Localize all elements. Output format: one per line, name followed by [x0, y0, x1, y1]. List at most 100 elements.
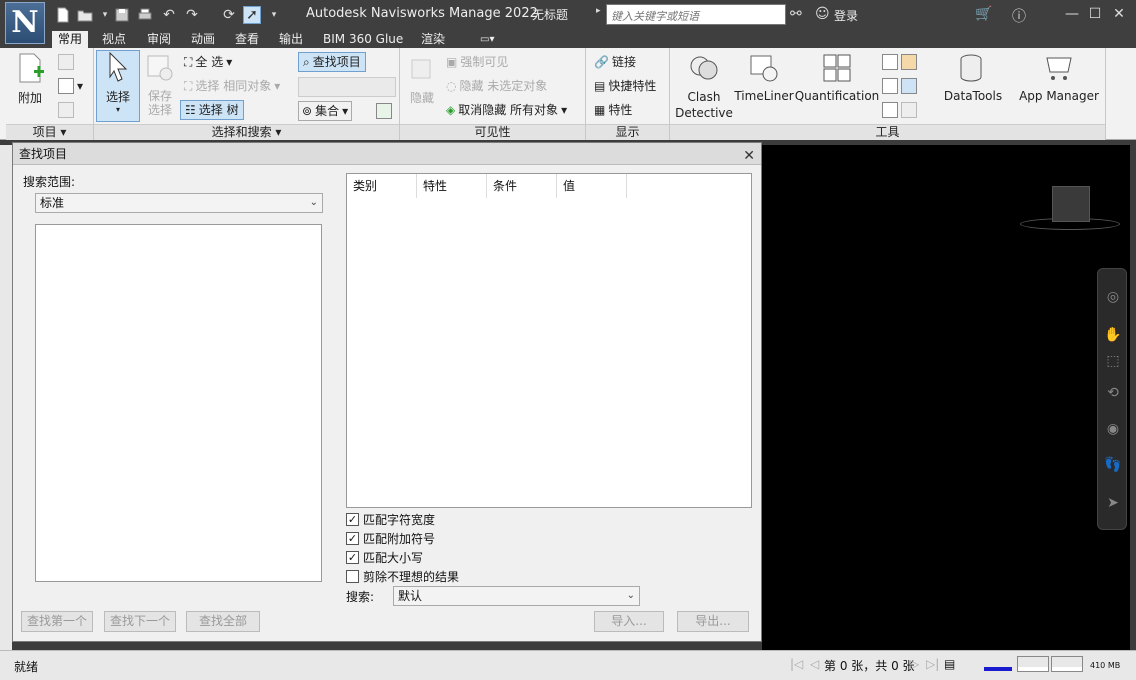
pan-hand-icon[interactable]: ✋ — [1104, 327, 1122, 345]
selection-tree-box[interactable] — [35, 224, 322, 582]
app-title: Autodesk Navisworks Manage 2022 — [306, 6, 538, 21]
binoculars-icon[interactable]: ⚯ — [790, 6, 802, 22]
refresh-icon[interactable]: ⟳ — [220, 6, 238, 24]
tab-review[interactable]: 审阅 — [141, 31, 177, 48]
new-file-icon[interactable] — [54, 6, 72, 24]
app-manager-button[interactable]: App Manager — [1016, 52, 1102, 103]
find-items-button[interactable]: ⌕ 查找项目 — [298, 52, 366, 72]
help-search-input[interactable]: 键入关键字或短语 — [606, 4, 786, 25]
select-same-button[interactable]: ⛶ 选择 相同对象 ▾ — [184, 76, 280, 96]
require-visible-button[interactable]: ▣ 强制可见 — [446, 52, 508, 72]
search-scope-select[interactable]: 标准 ⌄ — [35, 193, 323, 213]
undo-icon[interactable]: ↶ — [160, 6, 178, 24]
tab-home[interactable]: 常用 — [52, 31, 89, 48]
find-first-button[interactable]: 查找第一个 — [21, 611, 93, 632]
tab-viewpoint[interactable]: 视点 — [96, 31, 132, 48]
panel-label-project[interactable]: 项目 ▾ — [6, 124, 93, 140]
sheet-browser-icon[interactable]: ▤ — [944, 657, 955, 671]
links-button[interactable]: 🔗 链接 — [594, 52, 636, 72]
file-options-icon[interactable] — [58, 100, 74, 120]
navigation-bar: ◎ ✋ ⬚ ⟲ ◉ 👣 ➤ — [1097, 268, 1127, 530]
dialog-title-bar[interactable]: 查找项目 ✕ — [13, 143, 761, 165]
hide-unselected-button[interactable]: ◌ 隐藏 未选定对象 — [446, 76, 547, 96]
quick-find-input[interactable] — [298, 77, 396, 97]
export-button[interactable]: 导出... — [677, 611, 749, 632]
import-button[interactable]: 导入... — [594, 611, 664, 632]
tab-output[interactable]: 输出 — [273, 31, 309, 48]
find-next-button[interactable]: 查找下一个 — [104, 611, 176, 632]
conditions-grid[interactable]: 类别 特性 条件 值 — [346, 173, 752, 508]
datatools-button[interactable]: DataTools — [940, 52, 1006, 103]
close-button[interactable]: ✕ — [1108, 4, 1130, 24]
cart-icon[interactable]: 🛒 — [975, 6, 992, 22]
save-icon[interactable] — [113, 6, 131, 24]
manage-sets-icon[interactable] — [376, 101, 392, 121]
last-sheet-icon[interactable]: ▷| — [926, 657, 939, 671]
timeliner-button[interactable]: TimeLiner — [734, 52, 794, 103]
open-folder-icon[interactable] — [76, 6, 94, 24]
clash-detective-button[interactable]: Clash Detective — [674, 52, 734, 121]
column-property[interactable]: 特性 — [417, 174, 487, 198]
print-icon[interactable] — [136, 6, 154, 24]
quantification-button[interactable]: Quantification — [794, 52, 880, 103]
panel-display: 🔗 链接 ▤ 快捷特性 ▦ 特性 显示 — [586, 48, 670, 140]
search-mode-select[interactable]: 默认 ⌄ — [393, 586, 640, 606]
panel-select-search: 选择 ▾ 保存 选择 ⛶ 全 选 ▾ ⛶ 选择 相同对象 ▾ ☷ 选择 树 ⌕ 查找项目… — [94, 48, 400, 140]
app-menu-button[interactable]: N — [5, 2, 45, 44]
prev-sheet-icon[interactable]: ◁ — [810, 657, 819, 671]
column-value[interactable]: 值 — [557, 174, 627, 198]
maximize-button[interactable]: ☐ — [1084, 4, 1106, 24]
find-all-button[interactable]: 查找全部 — [186, 611, 260, 632]
app-manager-icon — [1046, 57, 1072, 80]
left-dock-strip — [0, 145, 12, 650]
quick-properties-button[interactable]: ▤ 快捷特性 — [594, 76, 656, 96]
merge-icon[interactable]: ▾ — [58, 76, 83, 96]
selection-tree-button[interactable]: ☷ 选择 树 — [180, 100, 244, 120]
panel-label-select-search[interactable]: 选择和搜索 ▾ — [94, 124, 399, 140]
viewcube[interactable] — [1052, 186, 1090, 222]
match-width-checkbox[interactable]: ✓ 匹配字符宽度 — [346, 511, 435, 528]
column-category[interactable]: 类别 — [347, 174, 417, 198]
ribbon-minimize-icon[interactable]: ▭▾ — [474, 31, 500, 48]
look-around-icon[interactable]: ◉ — [1104, 421, 1122, 439]
match-diacritics-checkbox[interactable]: ✓ 匹配附加符号 — [346, 530, 435, 547]
unhide-all-button[interactable]: ◈ 取消隐藏 所有对象 ▾ — [446, 100, 567, 120]
hide-button[interactable]: 隐藏 — [404, 52, 440, 106]
checkbox-checked-icon: ✓ — [346, 513, 359, 526]
minimize-button[interactable]: — — [1061, 4, 1083, 24]
prune-results-checkbox[interactable]: 剪除不理想的结果 — [346, 568, 459, 585]
properties-button[interactable]: ▦ 特性 — [594, 100, 632, 120]
login-button[interactable]: 登录 — [834, 7, 858, 24]
chevron-down-icon[interactable]: ▾ — [96, 6, 114, 24]
sets-button[interactable]: ⊚ 集合 ▾ — [298, 101, 353, 121]
next-sheet-icon[interactable]: ▷ — [910, 657, 919, 671]
select-all-button[interactable]: ⛶ 全 选 ▾ — [184, 52, 232, 72]
tab-view[interactable]: 查看 — [229, 31, 265, 48]
tab-animation[interactable]: 动画 — [185, 31, 221, 48]
column-condition[interactable]: 条件 — [487, 174, 557, 198]
orbit-icon[interactable]: ⟲ — [1104, 385, 1122, 403]
append-button[interactable]: 附加 — [12, 52, 48, 106]
first-sheet-icon[interactable]: |◁ — [790, 657, 803, 671]
chevron-right-icon[interactable]: ▸ — [596, 6, 601, 16]
tools-icon-3[interactable] — [882, 100, 917, 120]
close-icon[interactable]: ✕ — [743, 145, 755, 167]
tools-icon-2[interactable] — [882, 76, 917, 96]
match-case-checkbox[interactable]: ✓ 匹配大小写 — [346, 549, 423, 566]
redo-icon[interactable]: ↷ — [183, 6, 201, 24]
user-icon[interactable]: ☺ — [815, 6, 830, 22]
help-icon[interactable]: ⓘ — [1012, 6, 1026, 26]
save-selection-button[interactable]: 保存 选择 — [144, 52, 176, 117]
tools-icon-1[interactable] — [882, 52, 917, 72]
select-cursor-icon[interactable]: ➚ — [243, 6, 261, 24]
refresh-icon[interactable] — [58, 52, 74, 72]
chevron-down-icon[interactable]: ▾ — [265, 6, 283, 24]
select-arrow-icon[interactable]: ➤ — [1104, 495, 1122, 513]
tab-bim360[interactable]: BIM 360 Glue — [317, 31, 409, 48]
select-button[interactable]: 选择 ▾ — [96, 50, 140, 122]
find-items-dialog: 查找项目 ✕ 搜索范围: 标准 ⌄ 类别 特性 条件 值 ✓ 匹配字符宽度 ✓ 匹配… — [12, 142, 762, 642]
steering-wheel-icon[interactable]: ◎ — [1104, 289, 1122, 307]
tab-render[interactable]: 渲染 — [415, 31, 451, 48]
walk-icon[interactable]: 👣 — [1104, 457, 1122, 475]
zoom-window-icon[interactable]: ⬚ — [1104, 353, 1122, 371]
